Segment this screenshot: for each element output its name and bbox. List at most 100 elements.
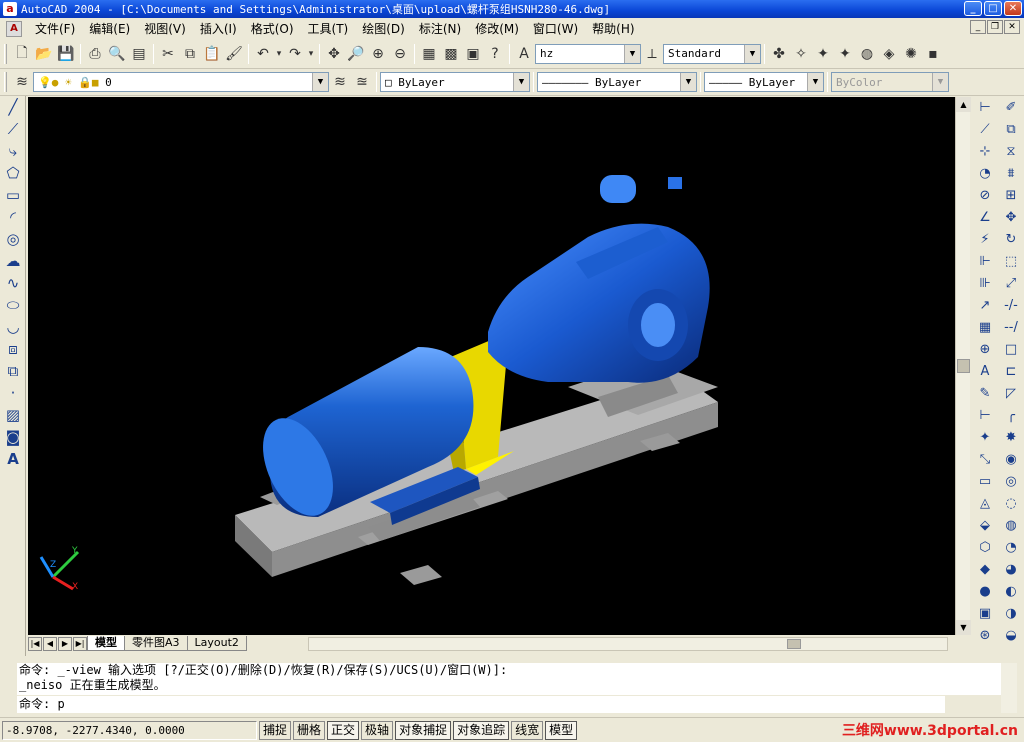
scroll-up-icon[interactable]: ▲: [956, 97, 971, 112]
menu-format[interactable]: 格式(O): [244, 20, 301, 37]
surface-icon-2[interactable]: ◎: [999, 470, 1023, 492]
zoom-window-icon[interactable]: ⊕: [367, 43, 389, 65]
zoom-previous-icon[interactable]: ⊖: [389, 43, 411, 65]
plot-preview-icon[interactable]: 🔍: [106, 43, 128, 65]
rectangle-icon[interactable]: ▭: [1, 184, 25, 206]
move-icon[interactable]: ✥: [999, 206, 1023, 228]
ortho-toggle[interactable]: 正交: [327, 720, 360, 740]
doc-close-button[interactable]: ✕: [1004, 20, 1020, 34]
arc-icon[interactable]: ◜: [1, 206, 25, 228]
aligned-dimension-icon[interactable]: ⟋: [973, 118, 997, 140]
surface-icon-9[interactable]: ◒: [999, 624, 1023, 646]
make-block-icon[interactable]: ⧉: [1, 360, 25, 382]
menu-window[interactable]: 窗口(W): [526, 20, 585, 37]
dimension-edit-icon[interactable]: A: [973, 360, 997, 382]
offset-icon[interactable]: ⩩: [999, 162, 1023, 184]
line-icon[interactable]: ╱: [1, 96, 25, 118]
linetype-select[interactable]: ——————— ByLayer ▼: [537, 72, 697, 92]
publish-icon[interactable]: ▤: [128, 43, 150, 65]
chevron-down-icon[interactable]: ▼: [807, 73, 823, 91]
quick-dimension-icon[interactable]: ⚡: [973, 228, 997, 250]
plot-style-select[interactable]: ByColor ▼: [831, 72, 949, 92]
maximize-button[interactable]: □: [984, 1, 1002, 16]
circle-icon[interactable]: ◎: [1, 228, 25, 250]
design-center-icon[interactable]: ▩: [440, 43, 462, 65]
fillet-icon[interactable]: ╭: [999, 404, 1023, 426]
polygon-icon[interactable]: ⬠: [1, 162, 25, 184]
tab-part-drawing-a3[interactable]: 零件图A3: [124, 636, 188, 651]
menu-file[interactable]: 文件(F): [28, 20, 82, 37]
chamfer-icon[interactable]: ◸: [999, 382, 1023, 404]
chevron-down-icon[interactable]: ▼: [932, 73, 948, 91]
autocad-app-icon[interactable]: a: [3, 2, 17, 16]
menu-edit[interactable]: 编辑(E): [82, 20, 137, 37]
array-icon[interactable]: ⊞: [999, 184, 1023, 206]
redo-icon[interactable]: ↷: [284, 43, 306, 65]
color-select[interactable]: □ ByLayer ▼: [380, 72, 530, 92]
redo-dropdown-icon[interactable]: ▾: [306, 43, 316, 65]
tab-model[interactable]: 模型: [87, 636, 125, 651]
help-icon[interactable]: ?: [484, 43, 506, 65]
continue-dimension-icon[interactable]: ⊪: [973, 272, 997, 294]
chevron-down-icon[interactable]: ▼: [513, 73, 529, 91]
command-input[interactable]: 命令: p: [17, 696, 945, 713]
spline-icon[interactable]: ∿: [1, 272, 25, 294]
polyline-icon[interactable]: ⤷: [1, 140, 25, 162]
multiline-text-icon[interactable]: A: [1, 448, 25, 470]
dim-style-icon[interactable]: ⟂: [641, 43, 663, 65]
lineweight-toggle[interactable]: 线宽: [511, 720, 544, 740]
ordinate-dimension-icon[interactable]: ⊹: [973, 140, 997, 162]
diameter-dimension-icon[interactable]: ⊘: [973, 184, 997, 206]
center-mark-icon[interactable]: ⊕: [973, 338, 997, 360]
cut-icon[interactable]: ✂: [157, 43, 179, 65]
baseline-dimension-icon[interactable]: ⊩: [973, 250, 997, 272]
osnap-toggle[interactable]: 对象捕捉: [395, 720, 452, 740]
orbit-icon[interactable]: ⊛: [973, 624, 997, 646]
chevron-down-icon[interactable]: ▼: [312, 73, 328, 91]
minimize-button[interactable]: _: [964, 1, 982, 16]
command-scrollbar[interactable]: [1001, 663, 1017, 713]
mirror-icon[interactable]: ⧖: [999, 140, 1023, 162]
chevron-down-icon[interactable]: ▼: [680, 73, 696, 91]
region-icon[interactable]: ◙: [1, 426, 25, 448]
surface-icon-4[interactable]: ◍: [999, 514, 1023, 536]
vertical-scroll-thumb[interactable]: [957, 359, 970, 373]
toolbar-grip[interactable]: [4, 43, 7, 64]
layer-manager-icon[interactable]: ≋: [11, 71, 33, 93]
layer-previous-icon[interactable]: ≊: [351, 71, 373, 93]
lineweight-select[interactable]: ————— ByLayer ▼: [704, 72, 824, 92]
solid-box-icon[interactable]: ⬡: [973, 536, 997, 558]
render-icon-3[interactable]: ✦: [812, 43, 834, 65]
menu-modify[interactable]: 修改(M): [468, 20, 526, 37]
menu-dimension[interactable]: 标注(N): [412, 20, 468, 37]
sphere-icon[interactable]: ●: [973, 580, 997, 602]
stretch-icon[interactable]: ⤢: [999, 272, 1023, 294]
render-icon-1[interactable]: ✤: [768, 43, 790, 65]
horizontal-scrollbar[interactable]: [308, 637, 948, 651]
ellipse-icon[interactable]: ⬭: [1, 294, 25, 316]
dim-style-select[interactable]: Standard ▼: [663, 43, 761, 64]
open-icon[interactable]: 📂: [33, 43, 55, 65]
solid-block-icon[interactable]: ▣: [973, 602, 997, 624]
polar-toggle[interactable]: 极轴: [361, 720, 394, 740]
rotate-icon[interactable]: ↻: [999, 228, 1023, 250]
menu-tools[interactable]: 工具(T): [301, 20, 356, 37]
menu-insert[interactable]: 插入(I): [193, 20, 244, 37]
quick-leader-icon[interactable]: ↗: [973, 294, 997, 316]
render-icon-8[interactable]: ▪: [922, 43, 944, 65]
dimension-text-edit-icon[interactable]: ✎: [973, 382, 997, 404]
angular-dimension-icon[interactable]: ∠: [973, 206, 997, 228]
menu-help[interactable]: 帮助(H): [585, 20, 641, 37]
drawing-viewport[interactable]: Y Z X: [28, 97, 955, 635]
layer-select[interactable]: 💡● ☀ 🔒■ 0 ▼: [33, 72, 329, 92]
surface-icon-5[interactable]: ◔: [999, 536, 1023, 558]
revision-cloud-icon[interactable]: ☁: [1, 250, 25, 272]
previous-tab-icon[interactable]: ◀: [43, 636, 57, 651]
render-icon-2[interactable]: ✧: [790, 43, 812, 65]
break-icon[interactable]: ⊏: [999, 360, 1023, 382]
render-icon-7[interactable]: ✺: [900, 43, 922, 65]
document-icon[interactable]: A: [6, 20, 22, 37]
toolbar-grip[interactable]: [4, 72, 7, 92]
surface-icon-8[interactable]: ◑: [999, 602, 1023, 624]
render-icon-4[interactable]: ✦: [834, 43, 856, 65]
